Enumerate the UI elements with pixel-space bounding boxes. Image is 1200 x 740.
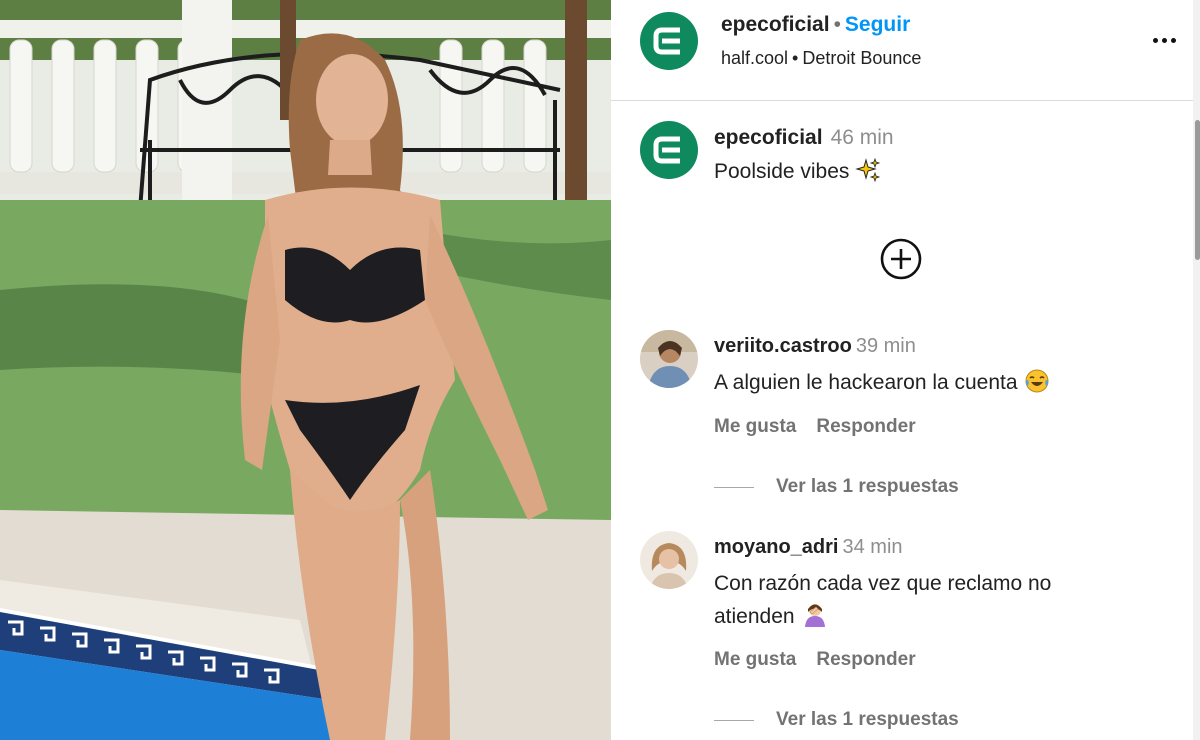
like-comment-button[interactable]: Me gusta [714, 649, 796, 670]
comment-text: Con razón cada vez que reclamo no atiend… [714, 572, 1052, 628]
facepalm-emoji [804, 604, 825, 627]
comment-actions: Me gusta Responder [714, 416, 936, 438]
add-comment-icon[interactable] [879, 237, 923, 281]
comment-timestamp[interactable]: 34 min [842, 536, 902, 558]
epec-logo-icon [653, 136, 680, 164]
view-replies-button[interactable]: Ver las 1 respuestas [714, 476, 959, 498]
audio-separator: • [792, 48, 799, 68]
caption-avatar[interactable] [640, 121, 698, 179]
replies-divider [714, 719, 754, 721]
reply-button[interactable]: Responder [816, 649, 915, 670]
tears-of-joy-emoji [1025, 369, 1049, 393]
comment-actions: Me gusta Responder [714, 649, 936, 671]
more-options-icon[interactable] [1147, 25, 1181, 55]
view-replies-label[interactable]: Ver las 1 respuestas [776, 476, 959, 498]
author-username[interactable]: epecoficial [721, 13, 830, 36]
like-comment-button[interactable]: Me gusta [714, 416, 796, 437]
scrollbar-thumb[interactable] [1195, 120, 1200, 260]
follow-button[interactable]: Seguir [845, 13, 910, 36]
commenter-avatar[interactable] [640, 330, 698, 388]
reply-button[interactable]: Responder [816, 416, 915, 437]
replies-divider [714, 486, 754, 488]
sparkles-emoji [855, 158, 881, 182]
comment-header: veriito.castroo 39 min [714, 335, 916, 358]
caption-text: Poolside vibes [714, 160, 850, 183]
post-media[interactable] [0, 0, 611, 740]
comment-text: A alguien le hackearon la cuenta [714, 371, 1018, 394]
comment-header: moyano_adri 34 min [714, 536, 903, 559]
caption-header: epecoficial 46 min [714, 126, 894, 150]
header-username-line: epecoficial • Seguir [721, 13, 910, 37]
audio-artist[interactable]: half.cool [721, 48, 788, 68]
author-avatar[interactable] [640, 12, 698, 70]
caption-text-line: Poolside vibes [714, 158, 881, 184]
comment-text-line: A alguien le hackearon la cuenta [714, 366, 1134, 399]
post-details-pane: epecoficial • Seguir half.cool • Detroit Bou… [611, 0, 1200, 740]
view-replies-label[interactable]: Ver las 1 respuestas [776, 709, 959, 731]
comment-timestamp[interactable]: 39 min [856, 335, 916, 357]
comment-username[interactable]: moyano_adri [714, 536, 838, 558]
view-replies-button[interactable]: Ver las 1 respuestas [714, 709, 959, 731]
comments-scrollbar[interactable] [1193, 0, 1200, 740]
post-image [0, 0, 611, 740]
comment-text-line: Con razón cada vez que reclamo no atiend… [714, 567, 1134, 633]
epec-logo-icon [653, 27, 680, 55]
caption-timestamp[interactable]: 46 min [831, 126, 894, 149]
audio-attribution: half.cool • Detroit Bounce [721, 48, 921, 69]
audio-title[interactable]: Detroit Bounce [802, 48, 921, 68]
caption-username[interactable]: epecoficial [714, 126, 823, 149]
comment-username[interactable]: veriito.castroo [714, 335, 852, 357]
post-header: epecoficial • Seguir half.cool • Detroit Bou… [611, 0, 1193, 101]
commenter-avatar[interactable] [640, 531, 698, 589]
separator-dot: • [833, 13, 841, 36]
